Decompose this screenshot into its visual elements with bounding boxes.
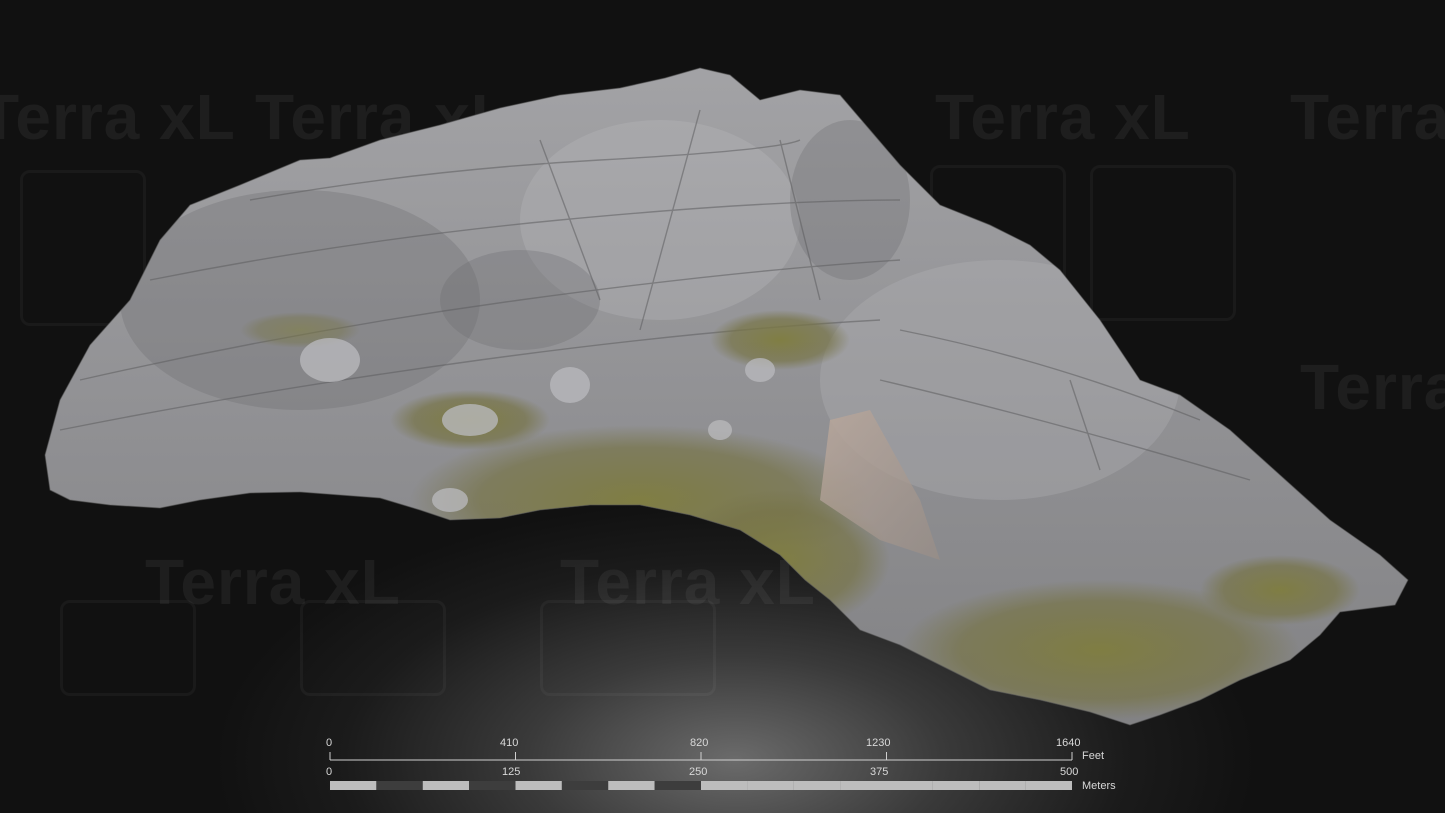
meters-scale-segment bbox=[608, 781, 655, 790]
feet-tick-label: 1640 bbox=[1056, 737, 1081, 749]
meters-tick-label: 125 bbox=[502, 766, 521, 778]
feet-tick-label: 0 bbox=[326, 737, 333, 749]
meters-scale-segment bbox=[932, 781, 980, 790]
meters-tick-label: 375 bbox=[870, 766, 889, 778]
meters-scale-segment bbox=[979, 781, 1026, 790]
meters-tick-label: 500 bbox=[1060, 766, 1079, 778]
meters-scale-segment bbox=[469, 781, 516, 790]
meters-scale-segment bbox=[701, 781, 748, 790]
meters-scale-segment bbox=[330, 781, 377, 790]
meters-tick-label: 250 bbox=[689, 766, 708, 778]
meters-unit-label: Meters bbox=[1082, 780, 1116, 792]
meters-scale-segment bbox=[793, 781, 841, 790]
meters-scale-segment bbox=[561, 781, 609, 790]
meters-scale-segment bbox=[840, 781, 887, 790]
feet-tick-label: 410 bbox=[500, 737, 519, 749]
meters-scale-segment bbox=[1025, 781, 1072, 790]
meters-scale-segment bbox=[376, 781, 423, 790]
feet-unit-label: Feet bbox=[1082, 750, 1105, 762]
meters-scale-segment bbox=[886, 781, 933, 790]
meters-tick-label: 0 bbox=[326, 766, 333, 778]
feet-tick-label: 820 bbox=[690, 737, 709, 749]
scale-bar-graphic bbox=[329, 752, 1073, 790]
feet-tick-label: 1230 bbox=[866, 737, 891, 749]
meters-scale-segment bbox=[422, 781, 470, 790]
map-viewport[interactable]: Terra xL Terra xL Terra xL Terra xL Terr… bbox=[0, 0, 1445, 813]
meters-scale-segment bbox=[747, 781, 794, 790]
meters-scale-segment bbox=[515, 781, 562, 790]
meters-scale-segment bbox=[654, 781, 701, 790]
